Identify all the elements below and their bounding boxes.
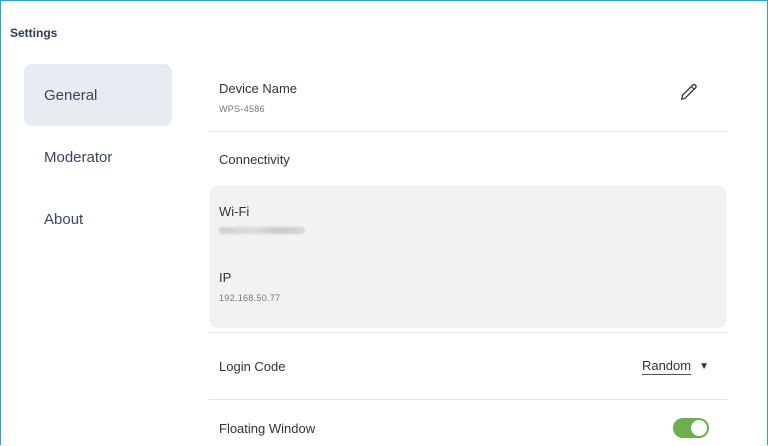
ip-value: 192.168.50.77 (219, 293, 281, 303)
wifi-label: Wi-Fi (219, 204, 250, 219)
wifi-value-obscured (219, 227, 305, 234)
login-code-select[interactable]: Random ▼ (641, 357, 709, 375)
pencil-icon (678, 81, 700, 108)
sidebar-item-label: About (44, 210, 84, 228)
login-code-label: Login Code (219, 358, 286, 374)
settings-window: Settings General Moderator About Device … (0, 0, 768, 445)
sidebar-item-general[interactable]: General (24, 64, 172, 126)
connectivity-label: Connectivity (219, 151, 290, 167)
ip-label: IP (219, 270, 232, 285)
connectivity-card: Wi-Fi IP 192.168.50.77 (209, 186, 727, 328)
edit-device-name-button[interactable] (675, 80, 703, 108)
device-name-label: Device Name (219, 81, 298, 96)
settings-content: Device Name WPS-4586 Connectivity Wi-Fi … (209, 64, 727, 445)
sidebar-item-moderator[interactable]: Moderator (24, 126, 172, 188)
floating-window-row: Floating Window (209, 400, 727, 445)
sidebar-item-label: Moderator (44, 148, 113, 166)
login-code-row: Login Code Random ▼ (209, 333, 727, 399)
page-title: Settings (10, 26, 58, 40)
device-name-row: Device Name WPS-4586 (209, 64, 727, 131)
toggle-knob (691, 420, 707, 436)
login-code-value: Random (641, 357, 692, 375)
floating-window-toggle[interactable] (673, 418, 709, 438)
caret-down-icon: ▼ (699, 360, 709, 372)
sidebar-item-label: General (44, 86, 98, 104)
floating-window-label: Floating Window (219, 420, 316, 436)
connectivity-header: Connectivity (209, 132, 727, 186)
sidebar: General Moderator About (24, 64, 172, 250)
sidebar-item-about[interactable]: About (24, 188, 172, 250)
device-name-value: WPS-4586 (219, 104, 265, 114)
